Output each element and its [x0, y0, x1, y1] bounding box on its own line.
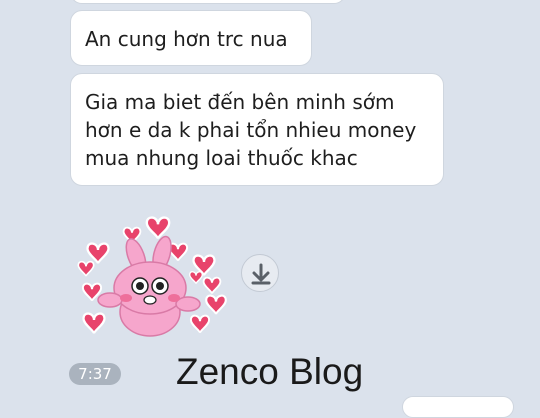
message-bubble[interactable]: Gia ma biet đến bên minh sớm hơn e da k … — [70, 73, 444, 186]
message-text-line: hơn e da k phai tổn nhieu money — [85, 118, 417, 142]
message-text: An cung hơn trc nua — [85, 27, 288, 51]
download-arrow-icon — [251, 263, 271, 285]
download-button[interactable] — [241, 254, 279, 292]
message-text-line: mua nhung loai thuốc khac — [85, 146, 358, 170]
pink-bunny-hearts-sticker[interactable] — [76, 212, 232, 348]
message-timestamp: 7:37 — [69, 363, 121, 385]
message-bubble[interactable]: An cung hơn trc nua — [70, 10, 312, 66]
watermark: Zenco Blog — [176, 351, 364, 392]
previous-message-bubble[interactable] — [70, 0, 346, 4]
message-text-line: Gia ma biet đến bên minh sớm — [85, 90, 395, 114]
next-message-bubble[interactable] — [402, 396, 514, 418]
